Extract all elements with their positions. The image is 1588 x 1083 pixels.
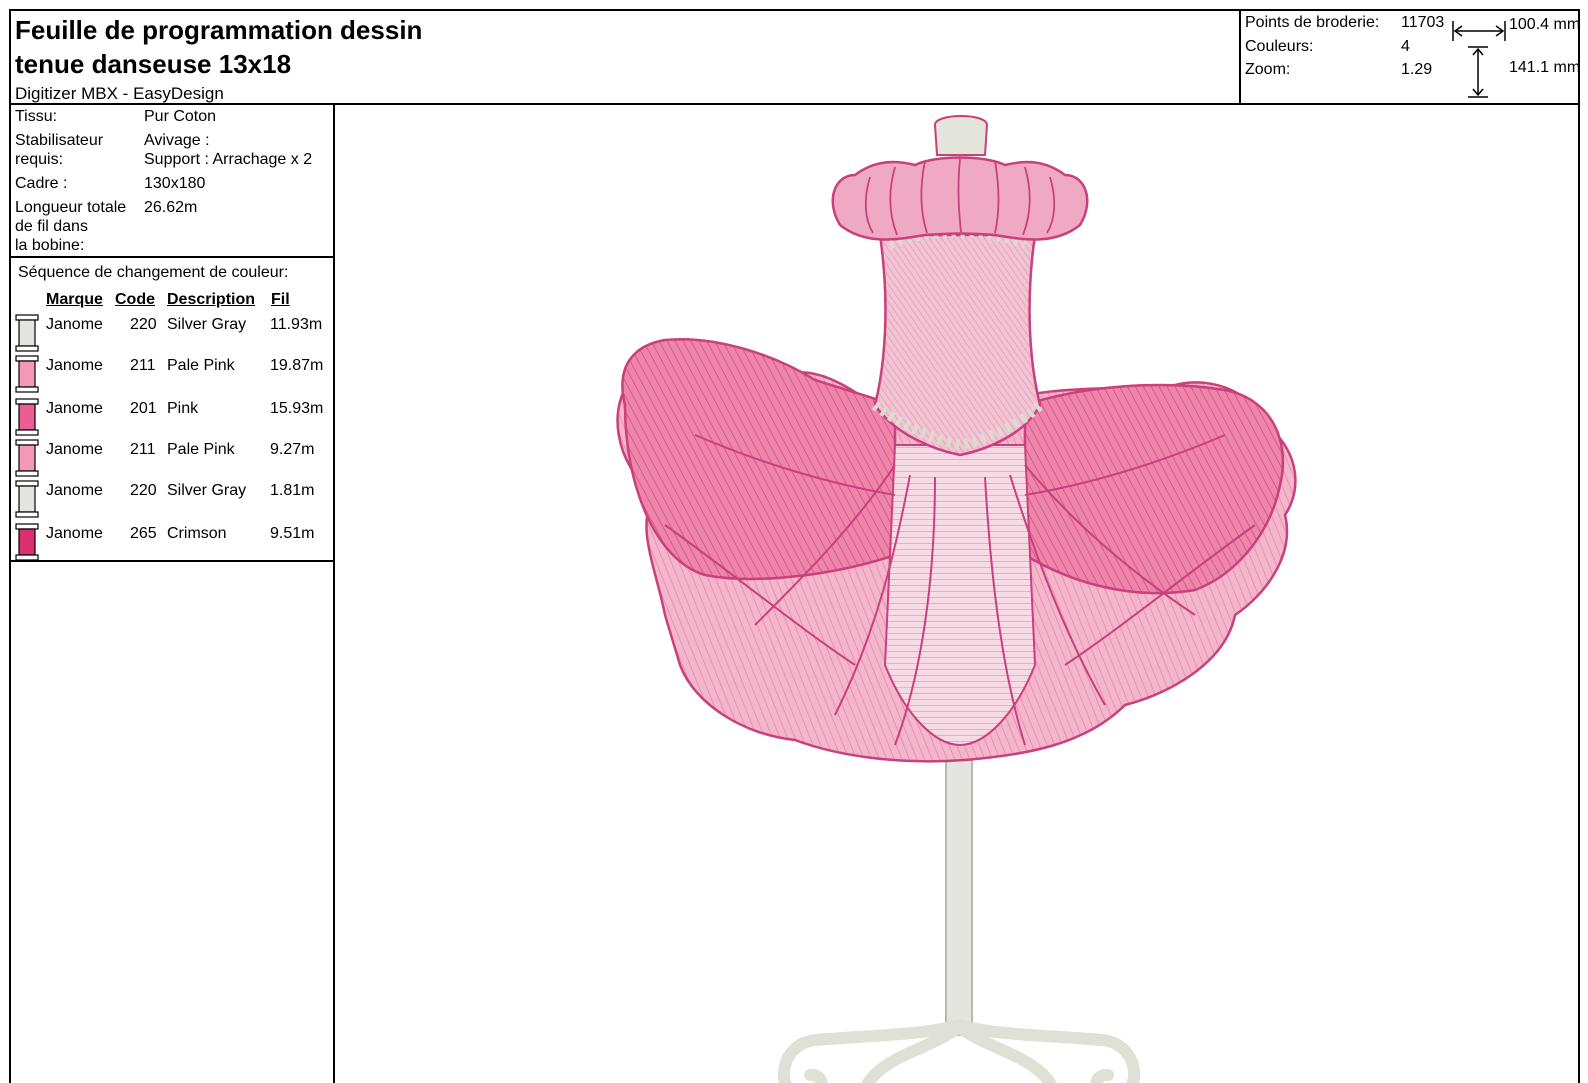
thread-row: Janome 201 Pink 15.93m: [11, 398, 333, 438]
stitches-value: 11703: [1401, 14, 1445, 31]
colors-label: Couleurs:: [1245, 38, 1314, 55]
thread-brand: Janome: [46, 441, 103, 458]
thread-length-label-1: Longueur totale: [15, 199, 127, 216]
thread-length: 9.51m: [270, 525, 315, 542]
tissu-value: Pur Coton: [144, 108, 217, 125]
design-preview: [335, 105, 1580, 1083]
thread-brand: Janome: [46, 316, 103, 333]
cadre-value: 130x180: [144, 175, 206, 192]
stabilizer-value-2: Support : Arrachage x 2: [144, 151, 313, 168]
thread-spool-icon: [15, 355, 39, 393]
sheet-header: Feuille de programmation dessin tenue da…: [11, 11, 1580, 105]
stabilizer-label-2: requis:: [15, 151, 64, 168]
program-sheet: Feuille de programmation dessin tenue da…: [9, 9, 1580, 1083]
header-brand: Marque: [46, 291, 103, 308]
header-description: Description: [167, 291, 256, 308]
dimension-arrows-icon: [1452, 21, 1506, 98]
header-code: Code: [115, 291, 155, 308]
color-sequence: Séquence de changement de couleur: Marqu…: [11, 258, 333, 562]
mannequin-stand: [778, 744, 1140, 1083]
thread-code: 211: [130, 357, 156, 374]
thread-length: 1.81m: [270, 482, 315, 499]
zoom-label: Zoom:: [1245, 61, 1291, 78]
thread-length-label-3: la bobine:: [15, 237, 85, 254]
header-thread: Fil: [271, 291, 290, 308]
thread-brand: Janome: [46, 482, 103, 499]
thread-description: Pale Pink: [167, 441, 235, 458]
thread-length: 19.87m: [270, 357, 324, 374]
thread-spool-icon: [15, 398, 39, 436]
colors-value: 4: [1401, 38, 1410, 55]
thread-row: Janome 211 Pale Pink 19.87m: [11, 355, 333, 395]
info-panel: Tissu: Pur Coton Stabilisateur requis: A…: [11, 105, 335, 1083]
thread-spool-icon: [15, 523, 39, 561]
stabilizer-label-1: Stabilisateur: [15, 132, 104, 149]
tissu-label: Tissu:: [15, 108, 58, 125]
thread-code: 211: [130, 441, 156, 458]
thread-spool-icon: [15, 314, 39, 352]
thread-row: Janome 265 Crimson 9.51m: [11, 523, 333, 563]
fabric-info: Tissu: Pur Coton Stabilisateur requis: A…: [11, 105, 333, 258]
dancer-dress-embroidery: [616, 115, 1297, 1083]
thread-description: Pale Pink: [167, 357, 235, 374]
stabilizer-value-1: Avivage :: [144, 132, 210, 149]
cadre-label: Cadre :: [15, 175, 68, 192]
thread-spool-icon: [15, 439, 39, 477]
design-width: 100.4 mm: [1509, 16, 1581, 33]
thread-length: 15.93m: [270, 400, 324, 417]
stitches-label: Points de broderie:: [1245, 14, 1380, 31]
thread-code: 265: [130, 525, 157, 542]
thread-code: 201: [130, 400, 157, 417]
design-title-line2: tenue danseuse 13x18: [15, 49, 292, 79]
thread-code: 220: [130, 482, 157, 499]
software-subtitle: Digitizer MBX - EasyDesign: [15, 84, 224, 103]
thread-code: 220: [130, 316, 157, 333]
thread-description: Silver Gray: [167, 482, 247, 499]
thread-length-label-2: de fil dans: [15, 218, 88, 235]
thread-length-value: 26.62m: [144, 199, 198, 216]
thread-brand: Janome: [46, 525, 103, 542]
thread-row: Janome 211 Pale Pink 9.27m: [11, 439, 333, 479]
thread-description: Crimson: [167, 525, 227, 542]
thread-row: Janome 220 Silver Gray 1.81m: [11, 480, 333, 520]
thread-description: Silver Gray: [167, 316, 247, 333]
thread-spool-icon: [15, 480, 39, 518]
thread-length: 9.27m: [270, 441, 315, 458]
design-stats: Points de broderie: 11703 Couleurs: 4 Zo…: [1239, 11, 1580, 103]
zoom-value: 1.29: [1401, 61, 1433, 78]
sequence-title: Séquence de changement de couleur:: [18, 264, 289, 281]
design-height: 141.1 mm: [1509, 59, 1581, 76]
design-title-line1: Feuille de programmation dessin: [15, 15, 423, 45]
thread-length: 11.93m: [270, 316, 323, 333]
thread-brand: Janome: [46, 400, 103, 417]
thread-row: Janome 220 Silver Gray 11.93m: [11, 314, 333, 354]
bodice: [871, 229, 1044, 457]
thread-description: Pink: [167, 400, 199, 417]
thread-brand: Janome: [46, 357, 103, 374]
ruffled-collar: [831, 115, 1089, 241]
